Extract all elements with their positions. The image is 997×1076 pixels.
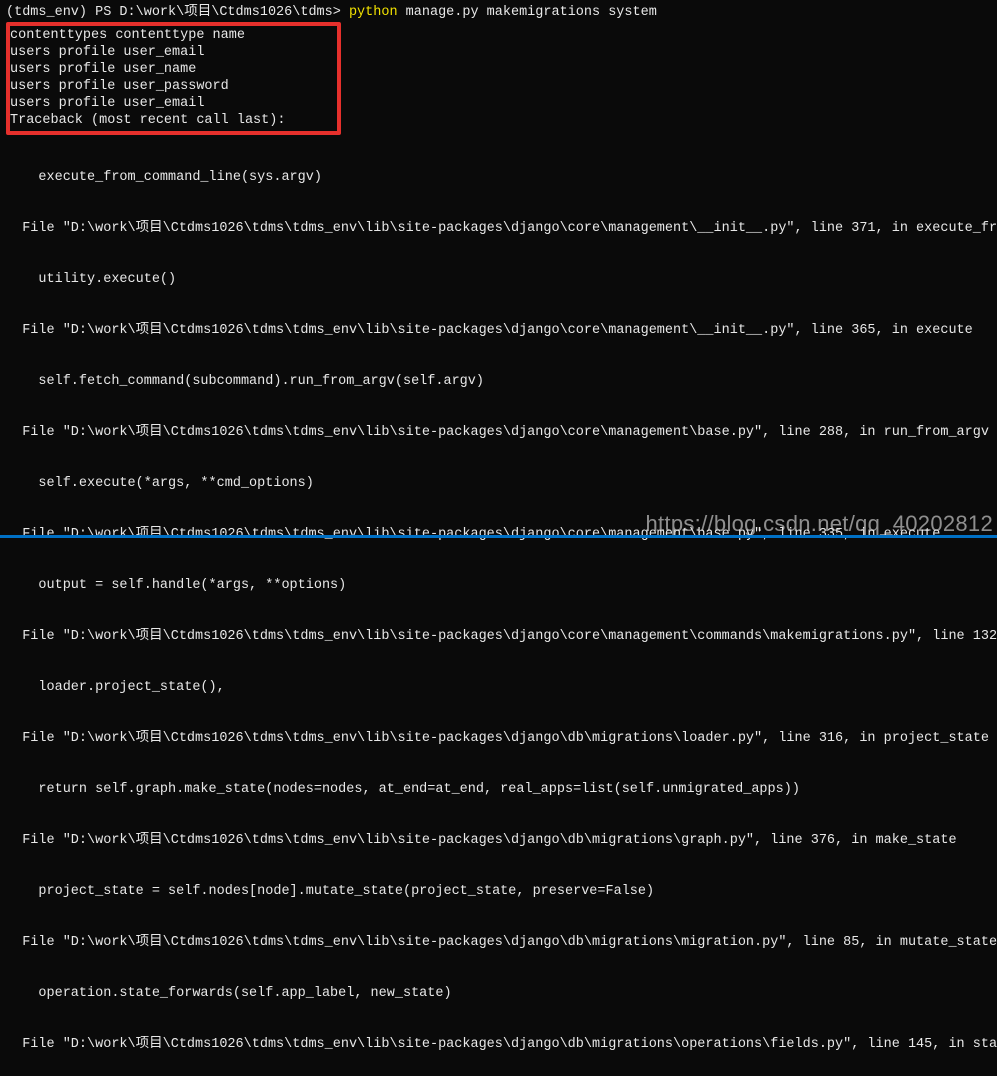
traceback-line: utility.execute() <box>6 271 991 288</box>
traceback-line: File "D:\work\项目\Ctdms1026\tdms\tdms_env… <box>6 322 991 339</box>
traceback-header: Traceback (most recent call last): <box>10 112 335 129</box>
highlighted-output-box: contenttypes contenttype name users prof… <box>6 22 341 135</box>
command-args: manage.py makemigrations system <box>398 5 657 20</box>
traceback-line: self.fetch_command(subcommand).run_from_… <box>6 373 991 390</box>
traceback-line: output = self.handle(*args, **options) <box>6 577 991 594</box>
output-line: contenttypes contenttype name <box>10 27 335 44</box>
traceback-line: File "D:\work\项目\Ctdms1026\tdms\tdms_env… <box>6 934 991 951</box>
traceback-block: execute_from_command_line(sys.argv) File… <box>6 135 991 1076</box>
command-keyword: python <box>349 5 398 20</box>
prompt-prefix: (tdms_env) PS D:\work\项目\Ctdms1026\tdms> <box>6 5 349 20</box>
traceback-line: return self.graph.make_state(nodes=nodes… <box>6 781 991 798</box>
traceback-line: File "D:\work\项目\Ctdms1026\tdms\tdms_env… <box>6 424 991 441</box>
traceback-line: project_state = self.nodes[node].mutate_… <box>6 883 991 900</box>
traceback-line: File "D:\work\项目\Ctdms1026\tdms\tdms_env… <box>6 730 991 747</box>
traceback-line: File "D:\work\项目\Ctdms1026\tdms\tdms_env… <box>6 220 991 237</box>
traceback-line: File "D:\work\项目\Ctdms1026\tdms\tdms_env… <box>6 628 991 645</box>
watermark-url: https://blog.csdn.net/qq_40202812 <box>645 515 993 532</box>
output-line: users profile user_email <box>10 95 335 112</box>
output-line: users profile user_password <box>10 78 335 95</box>
traceback-line: File "D:\work\项目\Ctdms1026\tdms\tdms_env… <box>6 832 991 849</box>
traceback-line: operation.state_forwards(self.app_label,… <box>6 985 991 1002</box>
output-line: users profile user_email <box>10 44 335 61</box>
traceback-line: File "D:\work\项目\Ctdms1026\tdms\tdms_env… <box>6 1036 991 1053</box>
output-line: users profile user_name <box>10 61 335 78</box>
command-prompt-line[interactable]: (tdms_env) PS D:\work\项目\Ctdms1026\tdms>… <box>6 4 991 21</box>
traceback-line: self.execute(*args, **cmd_options) <box>6 475 991 492</box>
traceback-line: loader.project_state(), <box>6 679 991 696</box>
traceback-line: execute_from_command_line(sys.argv) <box>6 169 991 186</box>
